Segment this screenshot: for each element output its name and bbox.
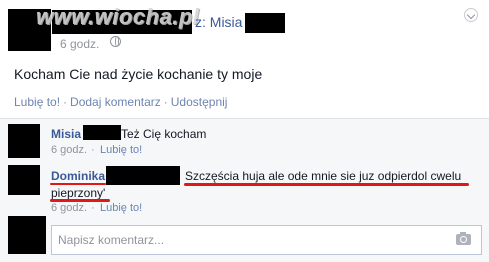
comment-text: Też Cię kocham bbox=[121, 127, 207, 141]
comment-like-button[interactable]: Lubię to! bbox=[100, 202, 142, 214]
separator: · bbox=[63, 95, 68, 109]
current-user-avatar bbox=[8, 216, 46, 254]
separator: · bbox=[91, 202, 95, 214]
watermark: www.wiocha.pl bbox=[36, 4, 200, 29]
comment-author[interactable]: Dominika bbox=[51, 169, 105, 183]
share-button[interactable]: Udostępnij bbox=[171, 95, 228, 109]
post-text: Kocham Cie nad życie kochanie ty moje bbox=[14, 66, 263, 82]
comment-text: Szczęścia huja ale ode mnie sie juz odpi… bbox=[185, 169, 462, 183]
comment-button[interactable]: Dodaj komentarz bbox=[70, 95, 161, 109]
chevron-down-icon[interactable] bbox=[464, 8, 478, 22]
comment-author-redacted bbox=[83, 125, 121, 140]
separator: · bbox=[163, 95, 168, 109]
comment-like-button[interactable]: Lubię to! bbox=[100, 144, 142, 156]
separator: · bbox=[91, 144, 95, 156]
comment-timestamp[interactable]: 6 godz. bbox=[51, 144, 87, 156]
comment-avatar[interactable] bbox=[8, 124, 40, 158]
comment-avatar[interactable] bbox=[8, 165, 40, 195]
post-target-label[interactable]: z: Misia bbox=[195, 14, 242, 30]
camera-icon[interactable] bbox=[456, 232, 471, 245]
comment-input-placeholder: Napisz komentarz... bbox=[58, 233, 165, 247]
highlight-underline bbox=[184, 183, 469, 186]
like-button[interactable]: Lubię to! bbox=[14, 95, 60, 109]
comment-text-continued: pieprzony' bbox=[51, 186, 106, 200]
post-timestamp[interactable]: 6 godz. bbox=[60, 37, 99, 51]
globe-icon bbox=[110, 36, 121, 47]
post-actions: Lubię to! · Dodaj komentarz · Udostępnij bbox=[14, 95, 227, 109]
comment-author-redacted bbox=[106, 166, 180, 185]
target-name-redacted bbox=[245, 13, 285, 33]
highlight-underline bbox=[50, 183, 106, 185]
comment-author[interactable]: Misia bbox=[51, 127, 81, 141]
comment-timestamp[interactable]: 6 godz. bbox=[51, 202, 87, 214]
comment-input[interactable]: Napisz komentarz... bbox=[51, 225, 482, 255]
